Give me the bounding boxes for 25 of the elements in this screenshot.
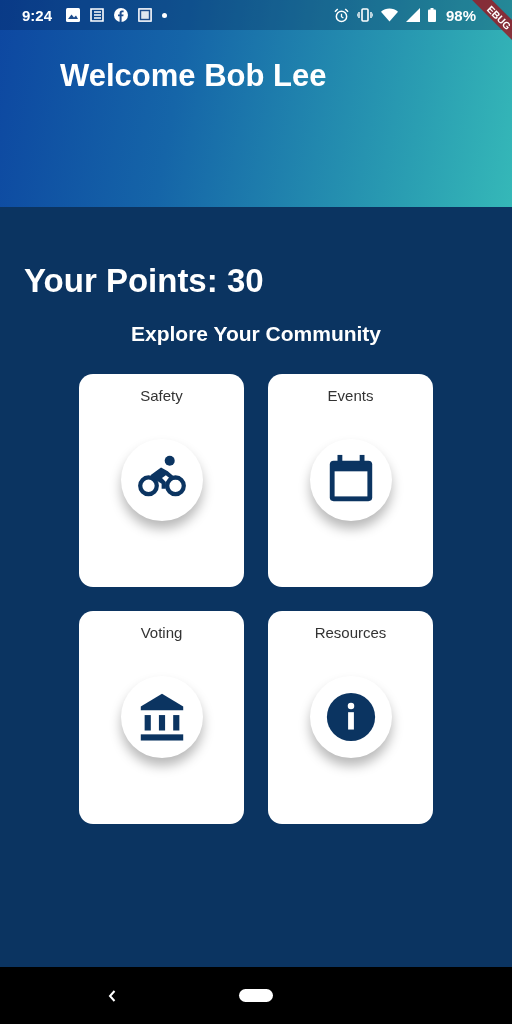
section-heading: Explore Your Community [129,322,383,346]
signal-icon [405,8,420,22]
back-icon[interactable] [108,990,116,1002]
category-card[interactable]: Resources [268,611,433,824]
category-card[interactable]: Safety [79,374,244,587]
category-card[interactable]: Voting [79,611,244,824]
alarm-icon [333,7,349,23]
card-label: Voting [140,624,183,641]
points-heading: Your Points: 30 [23,261,265,300]
facebook-icon [114,8,129,22]
status-time: 9:24 [22,6,53,24]
image-icon [66,8,81,22]
battery-percent: 98% [445,6,476,24]
battery-icon [427,8,436,22]
vibrate-icon [356,8,373,22]
card-label: Safety [140,387,183,404]
category-card[interactable]: Events [268,374,433,587]
card-label: Resources [314,624,387,641]
wifi-icon [380,8,398,22]
card-label: Events [327,387,374,404]
news-icon [90,8,105,22]
app-icon [138,8,153,22]
home-button[interactable] [239,989,273,1002]
dot-icon [162,12,168,18]
welcome-title: Welcome Bob Lee [59,57,328,94]
